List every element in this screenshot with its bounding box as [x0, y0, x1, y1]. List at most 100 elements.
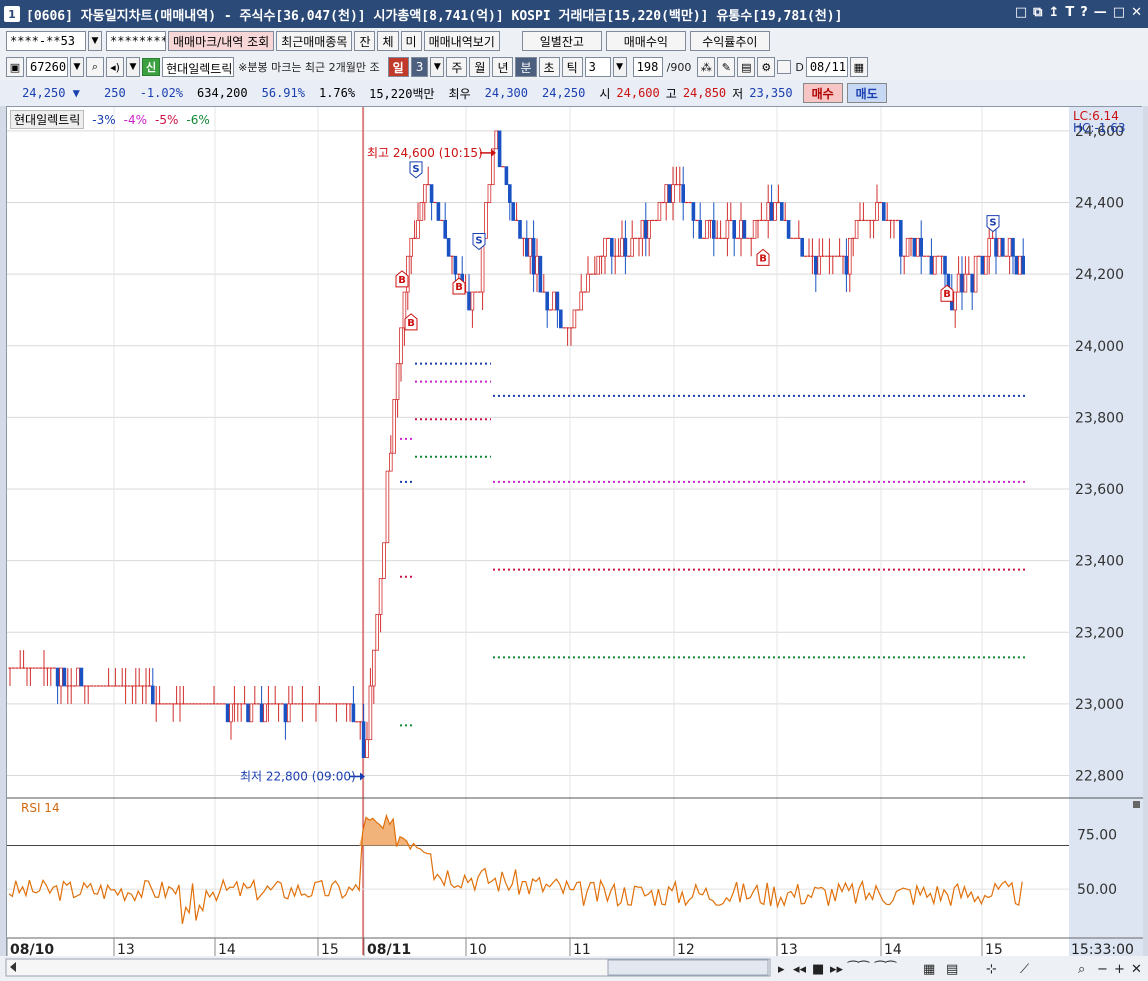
price-chart-svg[interactable]: 22,800 23,000 23,200 23,400 23,600 23,800 24,0… — [6, 107, 1143, 959]
period-tick-button[interactable]: 틱 — [561, 57, 583, 77]
drawing-tool-icon[interactable]: ✎ — [717, 57, 736, 77]
account-dropdown-icon[interactable]: ▼ — [88, 31, 102, 51]
table-icon[interactable]: ▤ — [946, 962, 958, 977]
candle-body — [388, 452, 393, 472]
search-icon[interactable]: ⌕ — [86, 57, 104, 77]
period-minute-button[interactable]: 분 — [515, 57, 537, 77]
chart-area[interactable]: 22,800 23,000 23,200 23,400 23,600 23,800 24,0… — [6, 106, 1143, 959]
trade-profit-button[interactable]: 매매수익 — [605, 31, 686, 51]
rsi-tick-label: 75.00 — [1077, 828, 1117, 844]
candle-body — [385, 470, 390, 544]
day-checkbox[interactable] — [777, 60, 792, 74]
candle-body — [552, 291, 556, 311]
text-icon[interactable]: T — [1065, 5, 1074, 20]
date-field[interactable]: 08/11 — [805, 57, 848, 77]
stock-name-field[interactable]: 현대일렉트릭 — [162, 57, 235, 77]
candle-body — [854, 220, 859, 239]
balance-tab-button[interactable]: 잔 — [354, 31, 376, 51]
daily-balance-button[interactable]: 일별잔고 — [521, 31, 602, 51]
period-month-button[interactable]: 월 — [469, 57, 491, 77]
stop-icon[interactable]: ■ — [812, 962, 824, 977]
grid-icon[interactable]: ▦ — [923, 962, 935, 977]
candle-body — [905, 237, 910, 257]
candle-body — [446, 237, 451, 257]
minute-mark-note: ※분봉 마크는 최근 2개월만 조 — [238, 61, 380, 74]
interval-dropdown-icon[interactable]: ▼ — [612, 57, 627, 77]
bar-count-field[interactable]: 198 — [632, 57, 663, 77]
trade-history-button[interactable]: 매매내역보기 — [423, 31, 500, 51]
chart-scroll-toolbar: ▸ ◂◂ ■ ▸▸ ⁀⁀ ⁀⁀ ▦ ▤ ⊹ ⟋ ⌕ − + ✕ — [0, 956, 1148, 981]
speaker-icon[interactable]: ◂) — [106, 57, 124, 77]
trend-icon[interactable]: ⟋ — [1020, 962, 1030, 977]
help-icon[interactable]: ? — [1080, 5, 1088, 20]
period-second-button[interactable]: 초 — [538, 57, 560, 77]
candle-body — [963, 273, 968, 293]
save-icon[interactable]: ▤ — [737, 57, 756, 77]
mark-label: B — [943, 289, 951, 300]
candle-body — [436, 202, 441, 221]
zoom-out-icon[interactable]: ⁀⁀ — [874, 961, 897, 977]
candle-body — [535, 255, 539, 275]
candle-body — [470, 291, 475, 311]
window-title: [0606] 자동일지차트(매매내역) - 주식수[36,047(천)] 시가총… — [26, 8, 843, 24]
scroll-toolbar-svg[interactable]: ▸ ◂◂ ■ ▸▸ ⁀⁀ ⁀⁀ ▦ ▤ ⊹ ⟋ ⌕ − + ✕ — [0, 956, 1148, 981]
minus-icon[interactable]: − — [1097, 962, 1108, 977]
trade-mark-query-button[interactable]: 매매마크/내역 조회 — [168, 31, 275, 51]
interval-field[interactable]: 3 — [584, 57, 611, 77]
candle-body — [419, 202, 424, 221]
filled-tab-button[interactable]: 체 — [377, 31, 399, 51]
rewind-icon[interactable]: ◂◂ — [793, 962, 807, 977]
candle-body — [572, 309, 577, 329]
magnify-icon[interactable]: ⌕ — [1078, 962, 1085, 977]
high-label: 고 — [665, 86, 677, 101]
candle-body — [443, 220, 447, 239]
crosshair-icon[interactable]: ⊹ — [986, 962, 997, 977]
period-day-button[interactable]: 일 — [387, 57, 409, 77]
candle-body — [371, 649, 376, 687]
period-dropdown-icon[interactable]: ▼ — [430, 57, 445, 77]
panel-toggle-icon[interactable]: ▣ — [6, 57, 24, 77]
buy-button[interactable]: 매수 — [802, 83, 843, 103]
candle-body — [246, 703, 250, 723]
gear-icon[interactable]: ⚙ — [757, 57, 776, 77]
screen-icon[interactable]: □ — [1015, 5, 1027, 20]
fast-forward-icon[interactable]: ▸▸ — [830, 962, 844, 977]
indicator-icon[interactable]: ⁂ — [697, 57, 716, 77]
period-year-button[interactable]: 년 — [492, 57, 514, 77]
code-dropdown-icon[interactable]: ▼ — [70, 57, 84, 77]
plus-icon[interactable]: + — [1114, 962, 1125, 977]
candle-body — [630, 237, 634, 257]
account-field[interactable]: ****-**53 — [6, 31, 86, 51]
open-label: 시 — [599, 86, 611, 101]
candle-body — [487, 184, 492, 203]
sell-button[interactable]: 매도 — [846, 83, 887, 103]
candle-body — [395, 363, 400, 400]
copy-window-icon[interactable]: ⧉ — [1033, 5, 1042, 20]
password-field[interactable]: ******** — [106, 31, 166, 51]
return-trend-button[interactable]: 수익률추이 — [689, 31, 770, 51]
speaker-dropdown-icon[interactable]: ▼ — [126, 57, 140, 77]
calendar-icon[interactable]: ▦ — [849, 57, 868, 77]
candle-body — [453, 255, 458, 275]
mark-label: S — [412, 164, 419, 175]
maximize-icon[interactable]: □ — [1113, 5, 1125, 20]
minimize-icon[interactable]: — — [1094, 5, 1107, 20]
candle-body — [286, 703, 291, 723]
scroll-right-icon[interactable]: ▸ — [778, 962, 785, 977]
candle-body — [786, 220, 791, 239]
scroll-thumb[interactable] — [607, 959, 769, 976]
candle-body — [1021, 255, 1025, 275]
period-week-button[interactable]: 주 — [446, 57, 468, 77]
unfilled-tab-button[interactable]: 미 — [400, 31, 422, 51]
mark-label: S — [989, 218, 996, 229]
close-icon[interactable]: ✕ — [1131, 5, 1142, 20]
candle-body — [657, 202, 662, 221]
mark-label: B — [407, 318, 415, 329]
candle-body — [844, 255, 849, 275]
recent-trades-button[interactable]: 최근매매종목 — [276, 31, 353, 51]
period-count-button[interactable]: 3 — [410, 57, 429, 77]
zoom-in-icon[interactable]: ⁀⁀ — [847, 961, 870, 977]
close-icon[interactable]: ✕ — [1131, 962, 1142, 977]
stock-code-field[interactable]: 67260 — [26, 57, 68, 77]
pin-icon[interactable]: ↥ — [1048, 5, 1059, 20]
